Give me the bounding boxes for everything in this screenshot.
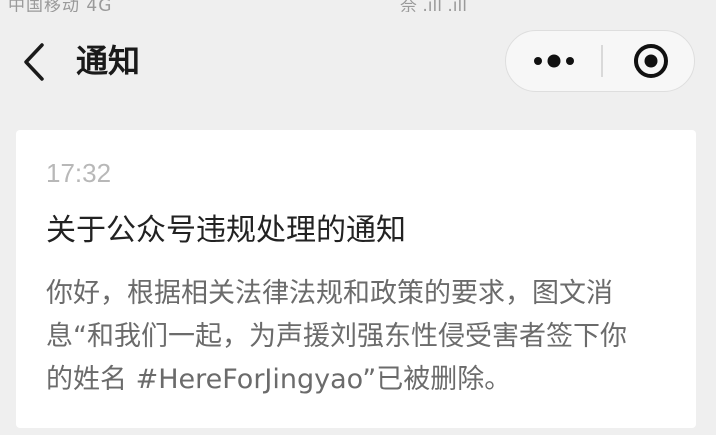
status-bar: 中国移动 4G 奈 .ıll .ıll: [0, 0, 716, 12]
signal-indicators: 奈 .ıll .ıll: [400, 0, 467, 12]
mini-program-capsule: [505, 30, 695, 92]
more-button[interactable]: [506, 31, 601, 91]
notice-timestamp: 17:32: [46, 158, 112, 188]
notice-title: 关于公众号违规处理的通知: [46, 213, 406, 248]
carrier-text: 中国移动 4G: [8, 0, 113, 12]
close-button[interactable]: [603, 31, 695, 91]
chevron-left-icon[interactable]: [18, 42, 52, 82]
navigation-bar: 通知: [0, 12, 716, 112]
notice-body-line: 的姓名 #HereForJingyao”已被删除。: [46, 364, 512, 395]
target-circle-icon: [634, 44, 668, 78]
page-title: 通知: [76, 42, 141, 80]
notice-body-line: 你好，根据相关法律法规和政策的要求，图文消: [46, 278, 613, 309]
notice-body: 你好，根据相关法律法规和政策的要求，图文消 息“和我们一起，为声援刘强东性侵受害…: [46, 272, 674, 401]
notice-card: 17:32 关于公众号违规处理的通知 你好，根据相关法律法规和政策的要求，图文消…: [16, 130, 696, 428]
more-dots-icon: [534, 54, 574, 68]
notice-body-line: 息“和我们一起，为声援刘强东性侵受害者签下你: [46, 321, 627, 352]
